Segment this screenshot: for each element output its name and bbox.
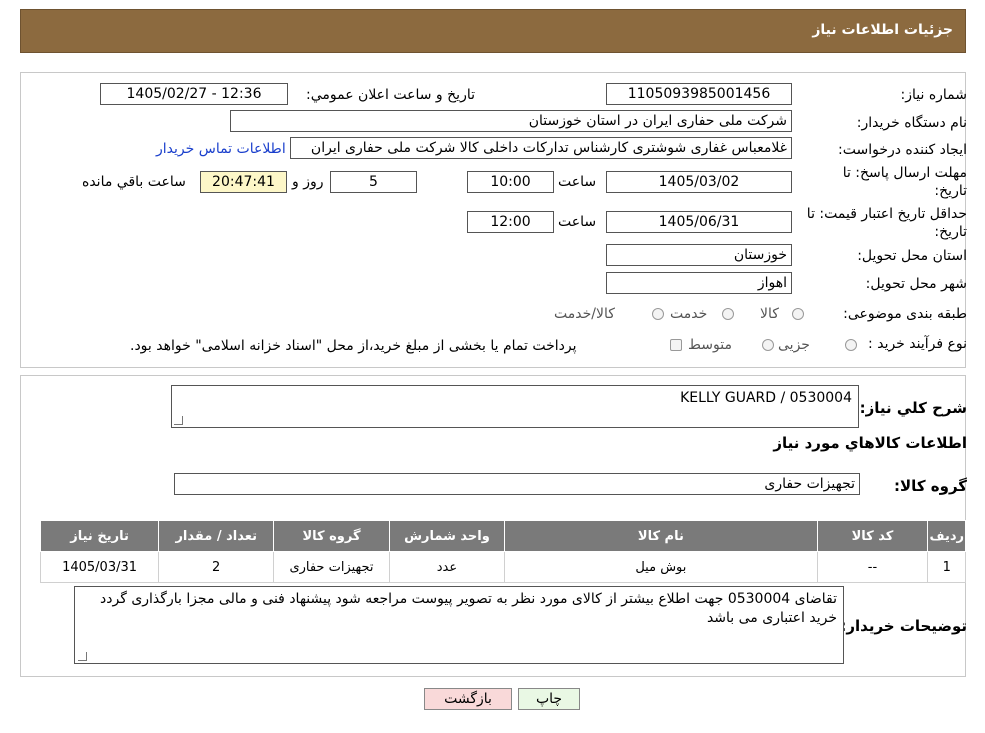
buyer-notes-field: تقاضای 0530004 جهت اطلاع بیشتر از کالای …: [74, 586, 844, 664]
page-title: جزئیات اطلاعات نیاز: [812, 22, 953, 38]
validity-time-field: 12:00: [467, 211, 554, 233]
summary-label: شرح كلي نياز:: [859, 399, 967, 417]
city-field: اهواز: [606, 272, 792, 294]
province-field: خوزستان: [606, 244, 792, 266]
process-radio-medium[interactable]: [762, 339, 774, 351]
validity-time-label: ساعت: [558, 214, 597, 230]
group-field: تجهیزات حفاری: [174, 473, 860, 495]
summary-resize-handle[interactable]: [174, 416, 183, 425]
col-unit: واحد شمارش: [388, 520, 506, 552]
remaining-label: ساعت باقي مانده: [82, 174, 186, 190]
creator-label: ایجاد کننده درخواست:: [838, 142, 967, 158]
cell-quantity: 2: [158, 551, 275, 583]
process-option-minor: جزیی: [778, 337, 810, 353]
need-number-label: شماره نیاز:: [900, 87, 968, 103]
validity-date-field: 1405/06/31: [606, 211, 792, 233]
province-label: استان محل تحویل:: [857, 248, 967, 264]
summary-value: KELLY GUARD / 0530004: [680, 390, 852, 406]
validity-label-date: تاريخ:: [934, 224, 967, 240]
col-quantity: تعداد / مقدار: [158, 520, 275, 552]
deadline-time-field: 10:00: [467, 171, 554, 193]
goods-table-header-row: ردیف کد کالا نام کالا واحد شمارش گروه کا…: [39, 520, 966, 552]
creator-field: غلامعباس غفاری شوشتری کارشناس تدارکات دا…: [290, 137, 792, 159]
announce-label: تاريخ و ساعت اعلان عمومي:: [306, 87, 475, 103]
category-radio-goods-service[interactable]: [652, 308, 664, 320]
category-option-goods: کالا: [760, 306, 779, 322]
days-label: روز و: [292, 174, 324, 190]
cell-item-name: بوش میل: [504, 551, 818, 583]
process-label: نوع فرآیند خرید :: [868, 336, 967, 352]
category-label: طبقه بندی موضوعی:: [843, 306, 967, 322]
back-button[interactable]: بازگشت: [424, 688, 512, 710]
announce-field: 1405/02/27 - 12:36: [100, 83, 288, 105]
cell-row-number: 1: [927, 551, 966, 583]
buyer-notes-resize-handle[interactable]: [78, 652, 87, 661]
category-radio-service[interactable]: [722, 308, 734, 320]
remaining-time-field: 20:47:41: [200, 171, 287, 193]
buyer-field: شرکت ملی حفاری ایران در استان خوزستان: [230, 110, 792, 132]
days-field: 5: [330, 171, 417, 193]
col-item-name: نام کالا: [504, 520, 818, 552]
process-radio-minor[interactable]: [845, 339, 857, 351]
page-header: جزئیات اطلاعات نیاز: [20, 9, 966, 53]
category-option-goods-service: کالا/خدمت: [554, 306, 615, 322]
buyer-notes-label: توضیحات خریدار:: [840, 617, 967, 635]
col-group: گروه کالا: [273, 520, 390, 552]
process-option-medium: متوسط: [688, 337, 732, 353]
validity-label: حداقل تاريخ اعتبار قيمت: تا: [806, 206, 967, 222]
col-need-date: تاریخ نیاز: [39, 520, 160, 552]
deadline-time-label: ساعت: [558, 174, 597, 190]
category-option-service: خدمت: [670, 306, 708, 322]
table-row: 1 -- بوش میل عدد تجهیزات حفاری 2 1405/03…: [39, 551, 966, 583]
summary-field: KELLY GUARD / 0530004: [171, 385, 859, 428]
deadline-label: مهلت ارسال پاسخ: تا: [842, 165, 967, 181]
deadline-date-field: 1405/03/02: [606, 171, 792, 193]
process-note: پرداخت تمام یا بخشی از مبلغ خرید،از محل …: [130, 338, 577, 354]
category-radio-goods[interactable]: [792, 308, 804, 320]
goods-table: ردیف کد کالا نام کالا واحد شمارش گروه کا…: [39, 520, 966, 583]
col-item-code: کد کالا: [816, 520, 929, 552]
cell-unit: عدد: [388, 551, 506, 583]
city-label: شهر محل تحویل:: [865, 276, 967, 292]
deadline-label-date: تاریخ:: [934, 183, 967, 199]
col-row-number: ردیف: [927, 520, 966, 552]
goods-info-title: اطلاعات كالاهاي مورد نياز: [773, 434, 967, 452]
process-checkbox-treasury[interactable]: [670, 339, 682, 351]
cell-need-date: 1405/03/31: [39, 551, 160, 583]
group-label: گروه کالا:: [894, 477, 967, 495]
buyer-label: نام دستگاه خریدار:: [856, 115, 967, 131]
cell-item-code: --: [816, 551, 929, 583]
buyer-notes-value: تقاضای 0530004 جهت اطلاع بیشتر از کالای …: [100, 591, 837, 626]
cell-group: تجهیزات حفاری: [273, 551, 390, 583]
print-button[interactable]: چاپ: [518, 688, 580, 710]
need-number-field: 1105093985001456: [606, 83, 792, 105]
buyer-contact-link[interactable]: اطلاعات تماس خریدار: [156, 141, 286, 157]
